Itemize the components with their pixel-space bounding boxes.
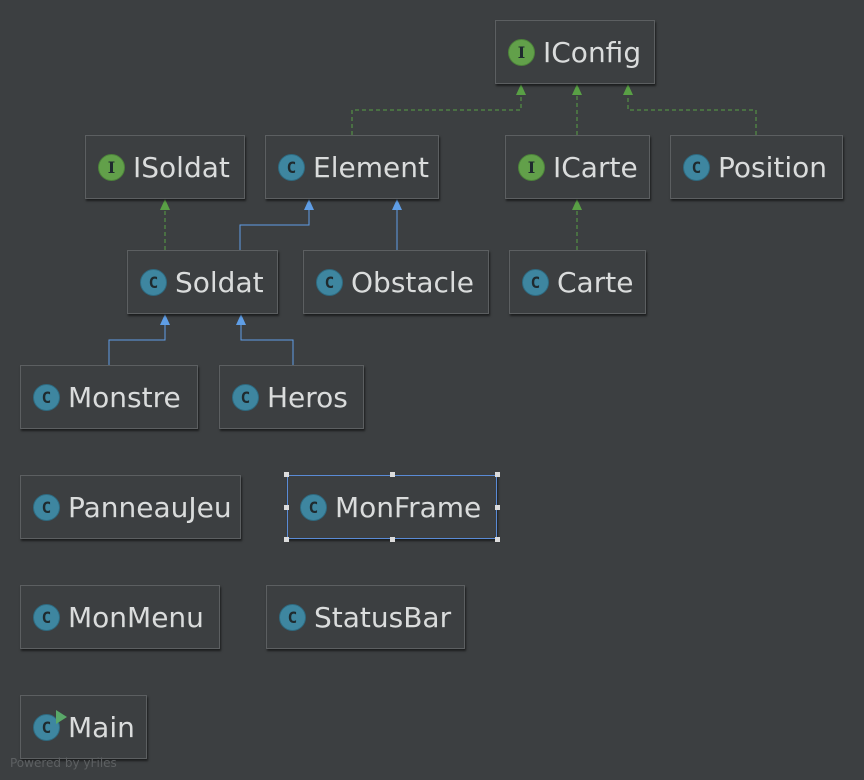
node-carte[interactable]: C Carte — [509, 250, 646, 314]
relation-element-to-iconfig — [351, 84, 526, 135]
class-icon: C — [683, 153, 710, 181]
watermark: Powered by yFiles — [10, 756, 117, 770]
selection-handle[interactable] — [284, 505, 289, 510]
class-icon: C — [300, 493, 327, 521]
arrowhead-icon — [160, 199, 170, 210]
relation-obstacle-to-element — [392, 199, 402, 250]
node-label: Position — [718, 150, 828, 184]
class-icon: C — [33, 709, 67, 741]
relation-carte-to-icarte — [572, 199, 582, 250]
node-monstre[interactable]: C Monstre — [20, 365, 198, 429]
node-label: PanneauJeu — [68, 490, 232, 524]
node-statusbar[interactable]: C StatusBar — [266, 585, 465, 649]
node-icarte[interactable]: I ICarte — [505, 135, 650, 199]
selection-handle[interactable] — [495, 472, 500, 477]
arrowhead-icon — [572, 199, 582, 210]
selection-handle[interactable] — [390, 537, 395, 542]
node-position[interactable]: C Position — [670, 135, 843, 199]
relation-heros-to-soldat — [236, 314, 294, 365]
selection-handle[interactable] — [495, 505, 500, 510]
relation-line — [108, 324, 166, 365]
interface-icon: I — [508, 38, 535, 66]
arrowhead-icon — [160, 314, 170, 325]
relation-soldat-to-element — [239, 199, 314, 250]
node-label: Monstre — [68, 380, 181, 414]
node-iconfig[interactable]: I IConfig — [495, 20, 655, 84]
node-panneaujeu[interactable]: C PanneauJeu — [20, 475, 241, 539]
arrowhead-icon — [236, 314, 246, 325]
class-icon: C — [279, 603, 306, 631]
node-soldat[interactable]: C Soldat — [127, 250, 278, 314]
relation-soldat-to-isoldat — [160, 199, 170, 250]
arrowhead-icon — [516, 84, 526, 95]
node-label: ISoldat — [133, 150, 230, 184]
class-icon: C — [33, 493, 60, 521]
node-obstacle[interactable]: C Obstacle — [303, 250, 489, 314]
node-isoldat[interactable]: I ISoldat — [85, 135, 245, 199]
node-label: MonMenu — [68, 600, 204, 634]
selection-handle[interactable] — [495, 537, 500, 542]
node-label: StatusBar — [314, 600, 452, 634]
node-label: Element — [313, 150, 429, 184]
node-main[interactable]: C Main — [20, 695, 147, 759]
class-icon: C — [316, 268, 343, 296]
interface-icon: I — [98, 153, 125, 181]
node-element[interactable]: C Element — [265, 135, 439, 199]
node-heros[interactable]: C Heros — [219, 365, 364, 429]
class-icon: C — [278, 153, 305, 181]
class-icon: C — [522, 268, 549, 296]
relation-line — [627, 94, 757, 135]
relation-line — [239, 209, 310, 250]
relation-line — [351, 94, 522, 135]
class-icon: C — [232, 383, 259, 411]
relation-position-to-iconfig — [623, 84, 757, 135]
node-label: ICarte — [553, 150, 638, 184]
class-icon: C — [33, 383, 60, 411]
node-label: Carte — [557, 265, 634, 299]
arrowhead-icon — [392, 199, 402, 210]
node-label: Soldat — [175, 265, 264, 299]
selection-handle[interactable] — [284, 472, 289, 477]
selection-handle[interactable] — [390, 472, 395, 477]
relation-monstre-to-soldat — [108, 314, 170, 365]
relation-line — [240, 324, 294, 365]
node-label: Main — [68, 710, 135, 744]
arrowhead-icon — [572, 84, 582, 95]
node-monmenu[interactable]: C MonMenu — [20, 585, 220, 649]
node-label: MonFrame — [335, 490, 482, 524]
node-monframe[interactable]: C MonFrame — [287, 475, 497, 539]
interface-icon: I — [518, 153, 545, 181]
arrowhead-icon — [304, 199, 314, 210]
selection-handle[interactable] — [284, 537, 289, 542]
node-label: Obstacle — [351, 265, 474, 299]
relation-icarte-to-iconfig — [572, 84, 582, 135]
arrowhead-icon — [623, 84, 633, 95]
class-icon: C — [140, 268, 167, 296]
run-icon — [56, 709, 67, 724]
node-label: IConfig — [543, 35, 642, 69]
class-icon: C — [33, 603, 60, 631]
node-label: Heros — [267, 380, 348, 414]
